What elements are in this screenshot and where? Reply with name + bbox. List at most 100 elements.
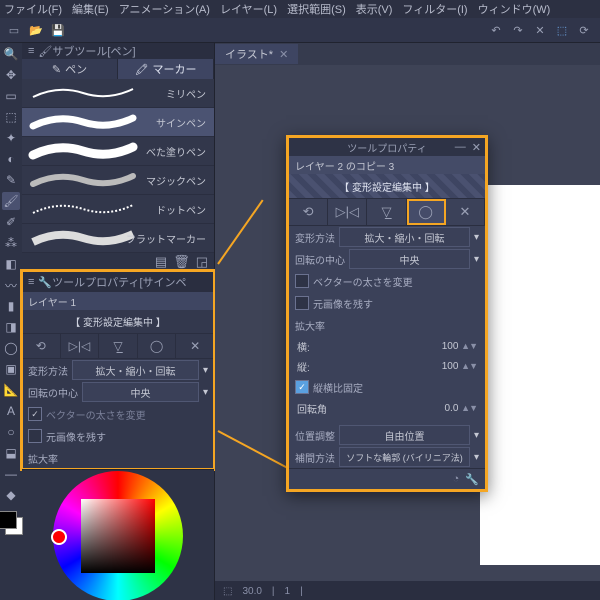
tab-marker[interactable]: 🖍マーカー — [118, 59, 214, 79]
document[interactable] — [480, 185, 600, 565]
flip-h-icon[interactable]: ▷|◁ — [328, 199, 367, 225]
prop-title-small: ツールプロパティ[サインペ — [52, 274, 186, 290]
stepper-icon[interactable]: ▲▼ — [461, 361, 477, 371]
center-select[interactable]: 中央 — [82, 382, 199, 402]
tool-mini-icon: 🔧 — [38, 276, 52, 289]
save-icon[interactable]: 💾 — [48, 20, 68, 40]
tab-pen[interactable]: ✎ペン — [22, 59, 118, 79]
shape-icon[interactable]: ◯ — [2, 339, 20, 357]
color-square[interactable] — [81, 499, 155, 573]
dialog-footer: ◔ 🔧 — [289, 468, 485, 489]
wand-icon[interactable]: ✦ — [2, 129, 20, 147]
open-icon[interactable]: 📂 — [26, 20, 46, 40]
minimize-icon[interactable]: — — [455, 141, 466, 154]
dialog-tab[interactable]: レイヤー 2 のコピー 3 — [289, 156, 485, 174]
vec-check[interactable] — [295, 274, 309, 288]
brush-mini-icon: 🖌 — [38, 45, 52, 58]
clear-icon[interactable]: ✕ — [530, 20, 550, 40]
fill-icon[interactable]: ▮ — [2, 297, 20, 315]
subtool-title: サブツール[ペン] — [52, 43, 135, 59]
brush-item[interactable]: サインペン — [22, 108, 214, 137]
select-icon[interactable]: ⬚ — [2, 108, 20, 126]
center-select[interactable]: 中央 — [349, 249, 470, 269]
subtool-tabs[interactable]: ✎ペン 🖍マーカー — [22, 59, 214, 79]
vec-check[interactable]: ✓ — [28, 407, 42, 421]
line-icon[interactable]: — — [2, 465, 20, 483]
blend-icon[interactable]: 〰 — [2, 276, 20, 294]
transform-icons: ⟲ ▷|◁ ▽̲ ◯ ✕ — [289, 198, 485, 226]
dialog-subtitle: 【 変形設定編集中 】 — [289, 174, 485, 198]
menu-icon[interactable]: ≡ — [28, 276, 34, 288]
info-icon[interactable]: ◔ — [453, 473, 460, 485]
text-icon[interactable]: A — [2, 402, 20, 420]
brush-item[interactable]: ミリペン — [22, 79, 214, 108]
close-icon[interactable]: ✕ — [279, 48, 288, 61]
undo-icon[interactable]: ↶ — [486, 20, 506, 40]
pos-select[interactable]: 自由位置 — [339, 425, 470, 445]
cancel-icon[interactable]: ✕ — [446, 199, 485, 225]
balloon-icon[interactable]: ○ — [2, 423, 20, 441]
color-wheel[interactable] — [53, 471, 183, 600]
spray-icon[interactable]: ◆ — [2, 486, 20, 504]
reset-icon[interactable]: ⟲ — [22, 334, 61, 358]
flip-v-icon[interactable]: ▽̲ — [367, 199, 406, 225]
new-icon[interactable]: ▭ — [4, 20, 24, 40]
fix-icon[interactable]: ⬓ — [2, 444, 20, 462]
trash-icon[interactable]: 🗑 — [173, 254, 190, 270]
prop-subtitle: 【 変形設定編集中 】 — [22, 310, 214, 333]
erase-icon[interactable]: ◧ — [2, 255, 20, 273]
menu-icon[interactable]: ≡ — [28, 45, 34, 57]
brush-item[interactable]: フラットマーカー — [22, 224, 214, 253]
toolbox: 🔍 ✥ ▭ ⬚ ✦ ◐ ✎ 🖌 ✐ ⁂ ◧ 〰 ▮ ◨ ◯ ▣ 📐 A ○ ⬓ … — [0, 43, 22, 600]
brush-item[interactable]: べた塗りペン — [22, 137, 214, 166]
subtool-header: ≡ 🖌 サブツール[ペン] — [22, 43, 214, 59]
op-icon[interactable]: ▭ — [2, 87, 20, 105]
frame-icon[interactable]: ▣ — [2, 360, 20, 378]
confirm-icon[interactable]: ◯ — [138, 334, 177, 358]
stepper-icon[interactable]: ▲▼ — [461, 341, 477, 351]
brush-list: ミリペン サインペン べた塗りペン マジックペン ドットペン フラットマーカー — [22, 79, 214, 253]
prop-icon[interactable]: ◲ — [196, 254, 208, 270]
method-select[interactable]: 拡大・縮小・回転 — [72, 360, 199, 380]
method-select[interactable]: 拡大・縮小・回転 — [339, 227, 470, 247]
dialog-titlebar[interactable]: ツールプロパティ —✕ — [289, 138, 485, 156]
brush-item[interactable]: ドットペン — [22, 195, 214, 224]
air-icon[interactable]: ✐ — [2, 213, 20, 231]
confirm-icon[interactable]: ◯ — [407, 199, 446, 225]
grad-icon[interactable]: ◨ — [2, 318, 20, 336]
eyedrop-icon[interactable]: ◐ — [2, 150, 20, 168]
wrench-icon[interactable]: 🔧 — [465, 473, 479, 486]
tool-property-dialog: ツールプロパティ —✕ レイヤー 2 のコピー 3 【 変形設定編集中 】 ⟲ … — [286, 135, 488, 492]
document-tabs[interactable]: イラスト*✕ — [215, 43, 600, 65]
crop-icon[interactable]: ⬚ — [552, 20, 572, 40]
ruler-icon[interactable]: 📐 — [2, 381, 20, 399]
stepper-icon[interactable]: ▲▼ — [461, 403, 477, 413]
close-icon[interactable]: ✕ — [472, 141, 481, 154]
timeline-bar[interactable]: ⬚30.0|1| — [215, 581, 600, 600]
zoom-icon[interactable]: 🔍 — [2, 45, 20, 63]
reset-icon[interactable]: ⟲ — [289, 199, 328, 225]
deco-icon[interactable]: ⁂ — [2, 234, 20, 252]
sheet-icon[interactable]: ▤ — [155, 254, 167, 270]
prop-tab[interactable]: レイヤー 1 — [22, 292, 214, 310]
cancel-icon[interactable]: ✕ — [176, 334, 214, 358]
brush-icon[interactable]: 🖌 — [2, 192, 20, 210]
color-wheel-panel — [22, 469, 214, 600]
brush-footer: ▤ 🗑 ◲ — [22, 253, 214, 271]
interp-select[interactable]: ソフトな輪郭 (バイリニア法) — [339, 447, 470, 467]
pen-icon[interactable]: ✎ — [2, 171, 20, 189]
brush-item[interactable]: マジックペン — [22, 166, 214, 195]
redo-icon[interactable]: ↷ — [508, 20, 528, 40]
flip-v-icon[interactable]: ▽̲ — [99, 334, 138, 358]
move-icon[interactable]: ✥ — [2, 66, 20, 84]
keep-check[interactable] — [295, 296, 309, 310]
transform-icons: ⟲ ▷|◁ ▽̲ ◯ ✕ — [22, 333, 214, 359]
menubar[interactable]: ファイル(F)編集(E)アニメーション(A)レイヤー(L)選択範囲(S)表示(V… — [0, 0, 600, 18]
lock-check[interactable]: ✓ — [295, 380, 309, 394]
rotate-icon[interactable]: ⟳ — [574, 20, 594, 40]
color-swatches[interactable] — [0, 511, 23, 535]
tool-property-panel: ≡ 🔧 ツールプロパティ[サインペ レイヤー 1 【 変形設定編集中 】 ⟲ ▷… — [22, 271, 214, 469]
flip-h-icon[interactable]: ▷|◁ — [61, 334, 100, 358]
wheel-handle[interactable] — [51, 529, 67, 545]
keep-check[interactable] — [28, 429, 42, 443]
